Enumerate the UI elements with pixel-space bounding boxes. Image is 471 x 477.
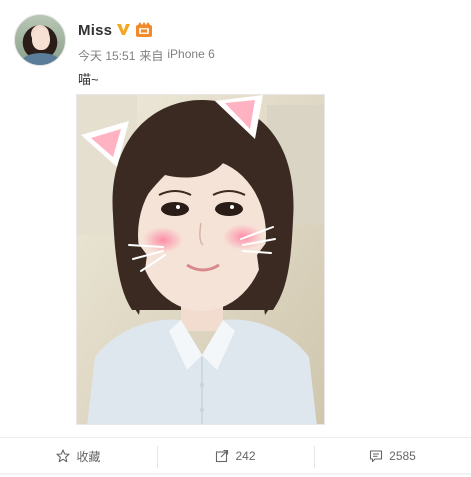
- source-prefix: 来自: [139, 49, 164, 63]
- favorite-label: 收藏: [76, 449, 101, 464]
- repost-icon: [216, 449, 229, 463]
- post-meta: 今天 15:51 来自 iPhone 6: [78, 47, 215, 64]
- repost-count: 242: [235, 449, 256, 463]
- avatar[interactable]: [14, 14, 66, 66]
- favorite-button[interactable]: 收藏: [0, 444, 157, 468]
- comment-button[interactable]: 2585: [314, 444, 471, 468]
- avatar-shirt: [21, 53, 61, 65]
- post-time[interactable]: 今天 15:51: [78, 47, 135, 64]
- post-actions-bar: 收藏 242 2585: [0, 437, 471, 474]
- card-bottom-divider: [0, 473, 471, 475]
- repost-button[interactable]: 242: [157, 444, 314, 468]
- post-source[interactable]: iPhone 6: [167, 47, 214, 64]
- weibo-post-card: Miss 今天 15:51 来自 iPhone 6 喵~ 收藏 242 2585: [0, 0, 471, 477]
- comment-icon: [370, 450, 383, 463]
- star-icon: [56, 449, 71, 463]
- comment-count: 2585: [389, 449, 416, 463]
- verified-v-icon[interactable]: [116, 22, 131, 37]
- member-crown-icon[interactable]: [135, 21, 153, 38]
- selfie-image: [77, 95, 324, 424]
- post-photo[interactable]: [76, 94, 325, 425]
- post-text: 喵~: [78, 72, 99, 87]
- avatar-face: [32, 28, 50, 50]
- username[interactable]: Miss: [78, 22, 112, 39]
